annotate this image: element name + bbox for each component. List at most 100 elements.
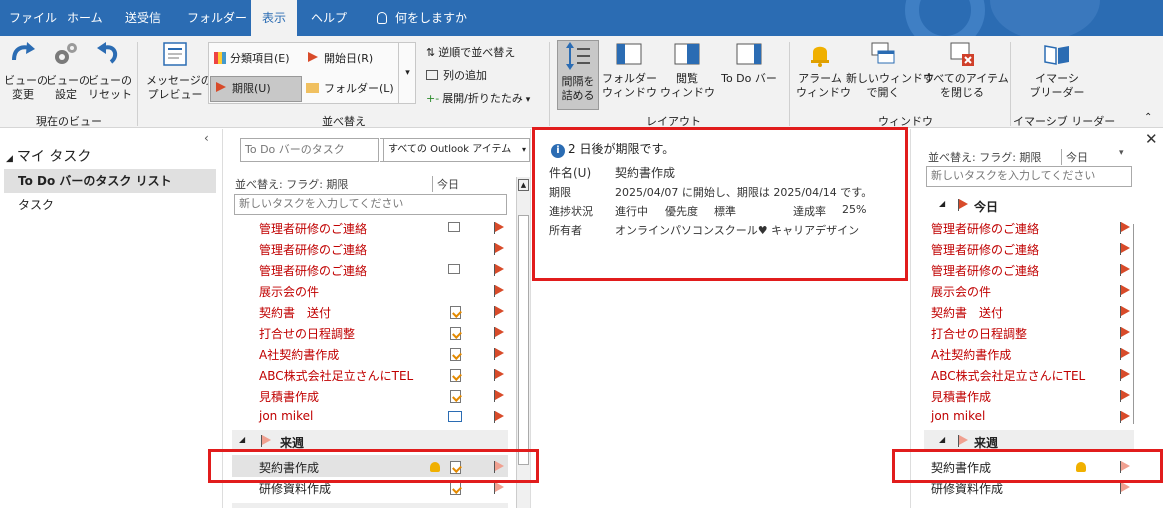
task-item[interactable]: 打合せの日程調整 <box>259 325 355 342</box>
task-item[interactable]: A社契約書作成 <box>259 346 339 363</box>
flag-icon[interactable] <box>1120 243 1130 255</box>
task-item[interactable]: jon mikel <box>259 409 313 423</box>
new-task-placeholder: 新しいタスクを入力してください <box>239 197 404 210</box>
scrollbar-thumb[interactable] <box>518 215 529 465</box>
gallery-more-button[interactable]: ▾ <box>398 42 416 104</box>
todo-task-item[interactable]: 管理者研修のご連絡 <box>931 262 1039 279</box>
flag-icon[interactable] <box>1120 222 1130 234</box>
close-all-items-button[interactable]: すべてのアイテム を閉じる <box>923 40 1009 100</box>
scroll-up-arrow-icon[interactable]: ▲ <box>518 179 529 191</box>
flag-icon[interactable] <box>1120 369 1130 381</box>
task-search-input[interactable]: To Do バーのタスク <box>240 138 379 162</box>
folder-pane-button[interactable]: フォルダー ウィンドウ <box>602 40 657 100</box>
tab-file[interactable]: ファイル <box>0 0 66 36</box>
flag-icon <box>261 435 271 447</box>
todo-sort-header[interactable]: 並べ替え: フラグ: 期限 <box>928 149 1041 165</box>
collapse-pane-chevron-icon[interactable]: ‹ <box>204 131 209 145</box>
task-item[interactable]: 契約書 送付 <box>259 304 331 321</box>
todo-task-item[interactable]: ABC株式会社足立さんにTEL <box>931 367 1085 384</box>
task-item[interactable]: 管理者研修のご連絡 <box>259 220 367 237</box>
sort-value: 今日 <box>432 176 459 192</box>
flag-icon[interactable] <box>494 482 504 494</box>
close-all-icon <box>950 42 974 66</box>
tab-help[interactable]: ヘルプ <box>302 0 356 36</box>
compact-spacing-button[interactable]: 間隔を 詰める <box>557 40 599 110</box>
tell-me-search[interactable]: 何をしますか <box>368 0 476 36</box>
collapse-ribbon-icon[interactable]: ⌃ <box>1144 112 1152 123</box>
my-tasks-header[interactable]: ◢ マイ タスク <box>6 146 91 166</box>
open-new-window-button[interactable]: 新しいウィンドウ で開く <box>846 40 934 100</box>
flag-icon[interactable] <box>494 369 504 381</box>
message-icon <box>448 264 460 274</box>
message-preview-button[interactable]: メッセージの プレビュー <box>146 40 212 102</box>
sort-icon: ⇅ <box>426 46 436 59</box>
flag-icon[interactable] <box>494 264 504 276</box>
task-item[interactable]: 見積書作成 <box>259 388 319 405</box>
flag-icon[interactable] <box>1120 348 1130 360</box>
flag-icon[interactable] <box>494 411 504 423</box>
search-scope-dropdown[interactable]: すべての Outlook アイテム ▾ <box>383 138 530 162</box>
arrange-by-start-date[interactable]: 開始日(R) <box>308 50 373 66</box>
collapse-triangle-icon: ◢ <box>939 199 946 208</box>
tab-view[interactable]: 表示 <box>251 0 297 36</box>
task-item[interactable]: 展示会の件 <box>259 283 319 300</box>
flag-icon[interactable] <box>494 348 504 360</box>
tab-home[interactable]: ホーム <box>58 0 112 36</box>
group-header-today[interactable]: ◢ 今日 <box>924 194 1134 216</box>
todo-task-item[interactable]: 展示会の件 <box>931 283 991 300</box>
reset-view-button[interactable]: ビューの リセット <box>88 40 132 102</box>
view-settings-button[interactable]: ビューの 設定 <box>46 40 90 102</box>
new-task-input[interactable]: 新しいタスクを入力してください <box>234 194 507 215</box>
flag-icon[interactable] <box>1120 482 1130 494</box>
highlight-box <box>892 449 1163 483</box>
flag-icon[interactable] <box>1120 264 1130 276</box>
close-todo-bar-icon[interactable]: ✕ <box>1145 130 1158 148</box>
todo-bar-button[interactable]: To Do バー <box>718 40 780 86</box>
task-item[interactable]: 管理者研修のご連絡 <box>259 262 367 279</box>
change-view-button[interactable]: ビューの 変更 <box>4 40 48 102</box>
expand-collapse-button[interactable]: +- 展開/折りたたみ ▾ <box>426 90 530 106</box>
todo-task-item[interactable]: jon mikel <box>931 409 985 423</box>
chevron-down-icon: ▾ <box>521 145 526 154</box>
folder-pane-label: フォルダー ウィンドウ <box>602 72 657 99</box>
reminders-window-button[interactable]: アラーム ウィンドウ <box>796 40 851 100</box>
flag-icon[interactable] <box>494 222 504 234</box>
folder-icon <box>306 83 319 93</box>
task-item[interactable]: ABC株式会社足立さんにTEL <box>259 367 413 384</box>
flag-icon[interactable] <box>1120 285 1130 297</box>
flag-icon[interactable] <box>494 306 504 318</box>
flag-icon[interactable] <box>494 285 504 297</box>
todo-task-item[interactable]: 管理者研修のご連絡 <box>931 241 1039 258</box>
todo-task-item[interactable]: 管理者研修のご連絡 <box>931 220 1039 237</box>
current-view-group-label: 現在のビュー <box>36 115 102 128</box>
nav-item-todo-bar-list[interactable]: To Do バーのタスク リスト <box>4 169 216 193</box>
flag-icon[interactable] <box>494 390 504 402</box>
flag-icon[interactable] <box>494 327 504 339</box>
flag-icon[interactable] <box>1120 306 1130 318</box>
reverse-sort-button[interactable]: ⇅ 逆順で並べ替え <box>426 44 515 60</box>
todo-task-item[interactable]: 契約書 送付 <box>931 304 1003 321</box>
sort-header[interactable]: 並べ替え: フラグ: 期限 <box>235 176 348 192</box>
arrange-group-label: 並べ替え <box>322 115 366 128</box>
nav-item-tasks[interactable]: タスク <box>18 196 54 213</box>
flag-icon[interactable] <box>494 243 504 255</box>
task-item[interactable]: 管理者研修のご連絡 <box>259 241 367 258</box>
todo-task-item[interactable]: 打合せの日程調整 <box>931 325 1027 342</box>
arrange-by-category[interactable]: 分類項目(E) <box>214 50 290 66</box>
flag-icon[interactable] <box>1120 327 1130 339</box>
flag-icon[interactable] <box>1120 390 1130 402</box>
flag-icon[interactable] <box>1120 411 1130 423</box>
todo-task-item[interactable]: 見積書作成 <box>931 388 991 405</box>
arrange-by-due[interactable]: 期限(U) <box>210 76 302 102</box>
arrange-by-folder[interactable]: フォルダー(L) <box>306 80 394 96</box>
todo-task-item[interactable]: A社契約書作成 <box>931 346 1011 363</box>
todo-new-task-input[interactable]: 新しいタスクを入力してください <box>926 166 1132 187</box>
flag-icon <box>308 52 318 62</box>
tab-send-receive[interactable]: 送受信 <box>116 0 170 36</box>
tab-folder[interactable]: フォルダー <box>178 0 256 36</box>
add-columns-button[interactable]: 列の追加 <box>426 67 487 83</box>
immersive-reader-button[interactable]: イマーシ ブリーダー <box>1026 40 1088 100</box>
ribbon-separator <box>1010 42 1011 126</box>
chevron-down-icon[interactable]: ▾ <box>1119 148 1124 158</box>
reading-pane-button[interactable]: 閲覧 ウィンドウ <box>660 40 715 100</box>
